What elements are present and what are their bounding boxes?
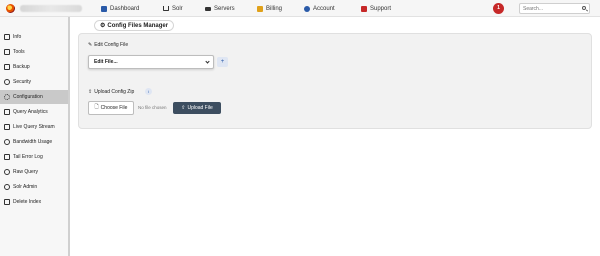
sidebar-item-backup[interactable]: Backup: [0, 60, 68, 74]
security-icon: [4, 79, 10, 85]
edit-file-select[interactable]: Edit File...: [88, 55, 214, 69]
upload-icon: ⇧: [181, 105, 186, 111]
nav-servers[interactable]: Servers: [205, 0, 235, 17]
log-icon: [4, 154, 10, 160]
redacted-account-name: [20, 5, 82, 12]
sidebar-item-live-query-stream[interactable]: Live Query Stream: [0, 120, 68, 134]
trash-icon: [4, 199, 10, 205]
sidebar-item-query-analytics[interactable]: Query Analytics: [0, 105, 68, 119]
gear-icon: [4, 94, 10, 100]
account-icon: [304, 5, 310, 12]
upload-config-label: ⇪ Upload Config Zip: [88, 89, 135, 95]
sidebar-item-tail-error-log[interactable]: Tail Error Log: [0, 150, 68, 164]
pencil-icon: ✎: [88, 42, 93, 48]
sidebar-item-solr-admin[interactable]: Solr Admin: [0, 180, 68, 194]
stream-icon: [4, 124, 10, 130]
sidebar-item-bandwidth-usage[interactable]: Bandwidth Usage: [0, 135, 68, 149]
sidebar: Info Tools Backup Security Configuration…: [0, 17, 70, 256]
info-icon[interactable]: i: [145, 88, 152, 95]
analytics-icon: [4, 109, 10, 115]
top-navbar: Dashboard Solr Servers Billing Account S…: [0, 0, 600, 17]
chevron-down-icon: [205, 59, 210, 64]
nav-billing[interactable]: Billing: [257, 0, 282, 17]
add-file-button[interactable]: +: [217, 57, 228, 67]
notification-badge[interactable]: 1: [493, 3, 504, 14]
nav-account[interactable]: Account: [304, 0, 335, 17]
bandwidth-icon: [4, 139, 10, 145]
main-content: ⚙ Config Files Manager ✎ Edit Config Fil…: [78, 17, 592, 129]
config-card: [78, 33, 592, 129]
nav-support[interactable]: Support: [361, 0, 391, 17]
sidebar-item-delete-index[interactable]: Delete Index: [0, 195, 68, 209]
choose-file-button[interactable]: 🗋 Choose File: [88, 101, 134, 115]
support-icon: [361, 5, 367, 12]
sidebar-item-configuration[interactable]: Configuration: [0, 90, 68, 104]
upload-file-button[interactable]: ⇧ Upload File: [173, 102, 221, 114]
wrench-icon: [4, 49, 10, 55]
no-file-text: No file chosen: [138, 105, 167, 110]
sidebar-item-info[interactable]: Info: [0, 30, 68, 44]
upload-icon: ⇪: [88, 89, 93, 95]
sidebar-item-security[interactable]: Security: [0, 75, 68, 89]
magnifier-icon: [4, 169, 10, 175]
sidebar-item-raw-query[interactable]: Raw Query: [0, 165, 68, 179]
dashboard-icon: [101, 5, 107, 12]
app-logo[interactable]: [6, 4, 15, 13]
billing-icon: [257, 5, 263, 12]
nav-solr[interactable]: Solr: [163, 0, 183, 17]
file-icon: 🗋: [94, 104, 99, 110]
admin-icon: [4, 184, 10, 190]
sidebar-item-tools[interactable]: Tools: [0, 45, 68, 59]
solr-icon: [163, 6, 169, 11]
backup-icon: [4, 64, 10, 70]
search-icon[interactable]: [582, 6, 586, 10]
info-page-icon: [4, 34, 10, 40]
page-title: ⚙ Config Files Manager: [94, 20, 175, 31]
edit-config-label: ✎ Edit Config File: [88, 42, 129, 48]
gear-icon: ⚙: [100, 23, 106, 29]
nav-dashboard[interactable]: Dashboard: [101, 0, 139, 17]
search-input[interactable]: [519, 3, 590, 14]
servers-icon: [205, 6, 211, 11]
